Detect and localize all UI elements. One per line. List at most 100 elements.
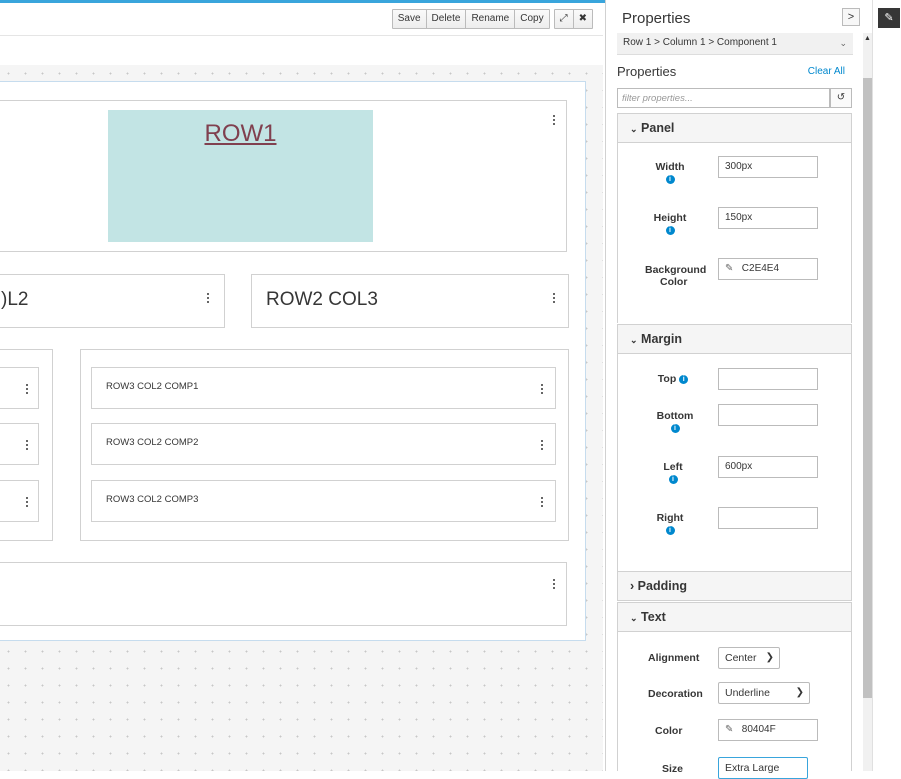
component-label: ROW3 COL2 COMP2: [106, 437, 199, 448]
chevron-down-icon: ❯: [765, 652, 774, 663]
height-input[interactable]: 150px: [718, 207, 818, 229]
kebab-menu-icon[interactable]: [22, 382, 32, 396]
save-button[interactable]: Save: [392, 10, 427, 28]
row4-column[interactable]: [0, 562, 567, 626]
copy-button[interactable]: Copy: [515, 10, 549, 28]
component-label: ROW3 COL2 COMP3: [106, 494, 199, 505]
rename-button[interactable]: Rename: [466, 10, 516, 28]
panel-section-label: Panel: [641, 121, 675, 135]
kebab-menu-icon[interactable]: [22, 495, 32, 509]
margin-right-input[interactable]: [718, 507, 818, 529]
scroll-up-arrow-icon[interactable]: ▲: [863, 35, 872, 42]
right-tool-rail: ✎: [872, 0, 901, 771]
info-icon[interactable]: i: [679, 374, 689, 384]
close-icon[interactable]: ✖: [573, 10, 592, 28]
chevron-down-icon: ⌄: [630, 124, 638, 134]
margin-bottom-input[interactable]: [718, 404, 818, 426]
info-icon[interactable]: i: [668, 474, 678, 484]
properties-label: Properties: [617, 64, 677, 79]
kebab-menu-icon[interactable]: [549, 577, 559, 591]
kebab-menu-icon[interactable]: [537, 438, 547, 452]
info-icon[interactable]: i: [665, 174, 675, 184]
refresh-icon[interactable]: ↺: [830, 88, 852, 108]
info-icon[interactable]: i: [665, 525, 675, 535]
decoration-label: Decoration: [648, 688, 703, 700]
info-icon[interactable]: i: [665, 225, 675, 235]
filter-properties-input[interactable]: filter properties...: [617, 88, 830, 108]
row2-col3[interactable]: ROW2 COL3: [251, 274, 569, 328]
info-icon[interactable]: i: [670, 423, 680, 433]
row3-col2[interactable]: ROW3 COL2 COMP1 ROW3 COL2 COMP2 ROW3 COL…: [80, 349, 569, 541]
row3-col2-comp1[interactable]: ROW3 COL2 COMP1: [91, 367, 556, 409]
text-color-input[interactable]: ✎ 80404F: [718, 719, 818, 741]
chevron-down-icon: ⌄: [630, 335, 638, 345]
row2-col2[interactable]: )L2: [0, 274, 225, 328]
row1-component-panel[interactable]: ROW1: [108, 110, 373, 242]
chevron-down-icon: ⌄: [630, 613, 638, 623]
collapse-sidebar-icon[interactable]: >: [842, 8, 860, 26]
chevron-down-icon: ❯: [795, 687, 804, 698]
margin-section-label: Margin: [641, 332, 683, 346]
delete-button[interactable]: Delete: [426, 10, 467, 28]
size-select[interactable]: Extra Large: [718, 757, 808, 779]
clear-all-link[interactable]: Clear All: [808, 66, 845, 77]
width-label: Width i: [645, 161, 695, 185]
row2-col3-text: ROW2 COL3: [266, 289, 378, 310]
panel-section-header[interactable]: ⌄ Panel: [617, 113, 852, 143]
padding-section-header[interactable]: › Padding: [617, 571, 852, 601]
kebab-menu-icon[interactable]: [22, 438, 32, 452]
alignment-value: Center: [725, 652, 757, 664]
background-color-value: C2E4E4: [741, 263, 780, 274]
size-value: Extra Large: [725, 762, 780, 774]
layout-page: ROW1 )L2 ROW2 COL3 ROW3 COL2 COMP1 ROW3 …: [0, 81, 586, 641]
text-section-header[interactable]: ⌄ Text: [617, 602, 852, 632]
left-label: Left i: [645, 461, 701, 485]
component-breadcrumb-select[interactable]: Row 1 > Column 1 > Component 1 ⌄: [617, 33, 853, 55]
height-label-text: Height: [653, 212, 687, 224]
kebab-menu-icon[interactable]: [537, 495, 547, 509]
bottom-label-text: Bottom: [656, 410, 694, 422]
pencil-icon[interactable]: ✎: [878, 8, 900, 28]
color-picker-icon[interactable]: ✎: [725, 720, 739, 740]
row3-col2-comp3[interactable]: ROW3 COL2 COMP3: [91, 480, 556, 522]
row3-col1-comp2[interactable]: [0, 423, 39, 465]
margin-section-header[interactable]: ⌄ Margin: [617, 324, 852, 354]
right-label: Right i: [645, 512, 695, 536]
color-label: Color: [655, 725, 683, 737]
row1-column[interactable]: ROW1: [0, 100, 567, 252]
margin-top-input[interactable]: [718, 368, 818, 390]
width-input[interactable]: 300px: [718, 156, 818, 178]
kebab-menu-icon[interactable]: [549, 291, 559, 305]
text-color-value: 80404F: [741, 724, 776, 735]
kebab-menu-icon[interactable]: [549, 113, 559, 127]
top-label: Top i: [648, 373, 698, 385]
row3-col1[interactable]: [0, 349, 53, 541]
component-label: ROW3 COL2 COMP1: [106, 381, 199, 392]
color-picker-icon[interactable]: ✎: [725, 259, 739, 279]
row1-component-text: ROW1: [204, 120, 277, 147]
alignment-select[interactable]: Center ❯: [718, 647, 780, 669]
row2-col2-text: )L2: [1, 289, 29, 310]
background-color-input[interactable]: ✎ C2E4E4: [718, 258, 818, 280]
window-button-group: ⤢ ✖: [553, 9, 593, 29]
expand-icon[interactable]: ⤢: [554, 10, 574, 28]
color-label-text: Color: [660, 276, 688, 288]
toolbar-divider: [0, 35, 603, 36]
left-label-text: Left: [663, 461, 683, 473]
sidebar-title: Properties: [622, 10, 691, 27]
margin-left-input[interactable]: 600px: [718, 456, 818, 478]
chevron-right-icon: ›: [630, 579, 635, 593]
background-color-label: Background Color: [645, 264, 715, 288]
row3-col1-comp1[interactable]: [0, 367, 39, 409]
scrollbar-thumb[interactable]: [863, 78, 872, 698]
kebab-menu-icon[interactable]: [203, 291, 213, 305]
row3-col2-comp2[interactable]: ROW3 COL2 COMP2: [91, 423, 556, 465]
layout-canvas[interactable]: Save Delete Rename Copy ⤢ ✖ ROW1 )L2 ROW…: [0, 3, 603, 771]
kebab-menu-icon[interactable]: [537, 382, 547, 396]
text-section-label: Text: [641, 610, 666, 624]
decoration-select[interactable]: Underline ❯: [718, 682, 810, 704]
decoration-value: Underline: [725, 687, 770, 699]
bottom-label: Bottom i: [645, 410, 705, 434]
row3-col1-comp3[interactable]: [0, 480, 39, 522]
properties-header: Properties Clear All: [617, 64, 845, 79]
